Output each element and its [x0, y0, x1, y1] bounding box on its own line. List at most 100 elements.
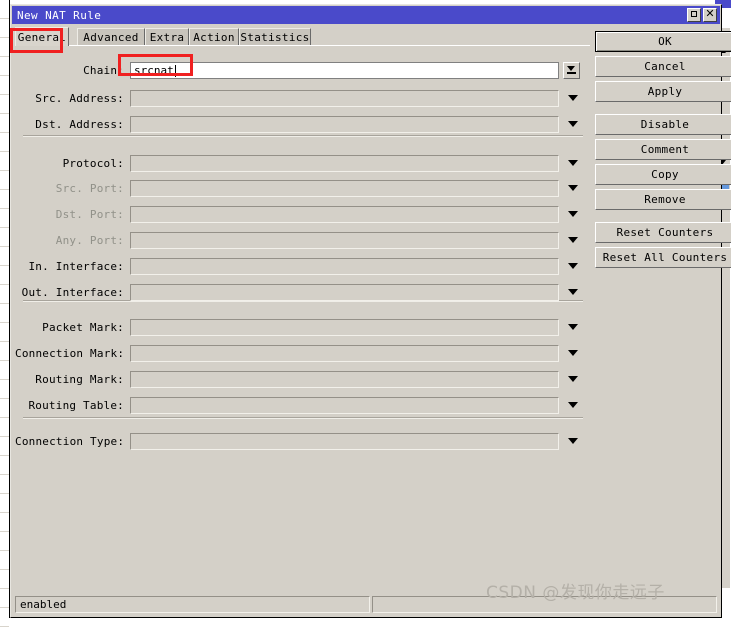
- field-row-dst-address: Dst. Address:: [15, 115, 590, 133]
- chevron-down-icon-routing-mark[interactable]: [568, 376, 578, 382]
- reset-counters-button[interactable]: Reset Counters: [595, 222, 731, 243]
- input-wrapper: [130, 370, 559, 388]
- tab-label: Extra: [149, 30, 185, 44]
- field-row-in-interface: In. Interface:: [15, 257, 590, 275]
- chevron-down-icon-routing-table[interactable]: [568, 402, 578, 408]
- maximize-button[interactable]: [687, 8, 701, 22]
- window-title: New NAT Rule: [17, 8, 102, 22]
- background-window-left-edge: [0, 0, 10, 627]
- disable-button[interactable]: Disable: [595, 114, 731, 135]
- background-list-row: [0, 285, 9, 304]
- field-row-out-interface: Out. Interface:: [15, 283, 590, 301]
- close-button[interactable]: ✕: [703, 8, 717, 22]
- input-wrapper: [130, 154, 559, 172]
- background-list-row: [0, 494, 9, 513]
- button-group-spacer: [595, 106, 719, 114]
- input-wrapper: [130, 432, 559, 450]
- label-any-port: Any. Port:: [55, 233, 124, 247]
- field-row-chain: Chain:: [15, 61, 590, 79]
- input-wrapper: [130, 205, 559, 223]
- chevron-down-icon-connection-mark[interactable]: [568, 350, 578, 356]
- chevron-down-icon-src-address[interactable]: [568, 95, 578, 101]
- background-list-row: [0, 456, 9, 475]
- input-routing-table[interactable]: [130, 396, 559, 414]
- input-routing-mark[interactable]: [130, 370, 559, 388]
- input-wrapper: [130, 318, 559, 336]
- reset-all-counters-button[interactable]: Reset All Counters: [595, 247, 731, 268]
- label-routing-table: Routing Table:: [28, 398, 124, 412]
- label-src-port: Src. Port:: [55, 181, 124, 195]
- background-list-row: [0, 247, 9, 266]
- input-protocol[interactable]: [130, 154, 559, 172]
- chain-dropdown-button[interactable]: [563, 61, 580, 79]
- apply-button[interactable]: Apply: [595, 81, 731, 102]
- background-list-row: [0, 95, 9, 114]
- chevron-down-icon-dst-address[interactable]: [568, 121, 578, 127]
- comment-button[interactable]: Comment: [595, 139, 731, 160]
- chevron-down-icon-src-port[interactable]: [568, 185, 578, 191]
- chevron-down-icon-out-interface[interactable]: [568, 289, 578, 295]
- field-row-connection-type: Connection Type:: [15, 432, 590, 450]
- tab-label: Advanced: [83, 30, 139, 44]
- label-chain: Chain:: [83, 63, 124, 77]
- input-in-interface[interactable]: [130, 257, 559, 275]
- tab-extra[interactable]: Extra: [145, 28, 189, 45]
- field-row-dst-port: Dst. Port:: [15, 205, 590, 223]
- label-packet-mark: Packet Mark:: [42, 320, 124, 334]
- cancel-button[interactable]: Cancel: [595, 56, 731, 77]
- chevron-down-icon-in-interface[interactable]: [568, 263, 578, 269]
- status-text: enabled: [15, 596, 370, 613]
- input-chain[interactable]: [130, 61, 559, 79]
- background-list-row: [0, 342, 9, 361]
- label-connection-mark: Connection Mark:: [15, 346, 125, 360]
- input-any-port: [130, 231, 559, 249]
- background-list-row: [0, 133, 9, 152]
- chevron-down-icon: [567, 65, 575, 71]
- background-list-row: [0, 0, 9, 19]
- label-dst-port: Dst. Port:: [55, 207, 124, 221]
- chevron-down-icon-packet-mark[interactable]: [568, 324, 578, 330]
- remove-button[interactable]: Remove: [595, 189, 731, 210]
- tab-label: Statistics: [240, 30, 310, 44]
- chevron-down-icon-connection-type[interactable]: [568, 438, 578, 444]
- tab-statistics[interactable]: Statistics: [239, 28, 311, 45]
- tab-advanced[interactable]: Advanced: [77, 28, 145, 45]
- tab-action[interactable]: Action: [189, 28, 239, 45]
- input-connection-mark[interactable]: [130, 344, 559, 362]
- label-routing-mark: Routing Mark:: [35, 372, 124, 386]
- input-wrapper: [130, 257, 559, 275]
- label-dst-address: Dst. Address:: [35, 117, 124, 131]
- input-connection-type[interactable]: [130, 432, 559, 450]
- input-src-address[interactable]: [130, 89, 559, 107]
- background-list-row: [0, 532, 9, 551]
- input-wrapper: [130, 179, 559, 197]
- background-list-row: [0, 361, 9, 380]
- field-row-routing-mark: Routing Mark:: [15, 370, 590, 388]
- tab-general[interactable]: General: [15, 27, 69, 46]
- copy-button[interactable]: Copy: [595, 164, 731, 185]
- close-icon: ✕: [705, 7, 715, 20]
- button-group-spacer: [595, 214, 719, 222]
- label-protocol: Protocol:: [62, 156, 124, 170]
- chevron-down-icon-protocol[interactable]: [568, 160, 578, 166]
- tab-strip: General Advanced Extra Action Statistics: [15, 27, 590, 46]
- background-list-row: [0, 551, 9, 570]
- label-src-address: Src. Address:: [35, 91, 124, 105]
- chevron-down-icon-any-port[interactable]: [568, 237, 578, 243]
- input-wrapper: [130, 89, 559, 107]
- background-list-row: [0, 209, 9, 228]
- ok-button[interactable]: OK: [595, 31, 731, 52]
- background-list-row: [0, 437, 9, 456]
- chevron-down-icon-dst-port[interactable]: [568, 211, 578, 217]
- input-dst-address[interactable]: [130, 115, 559, 133]
- input-wrapper: [130, 344, 559, 362]
- input-out-interface[interactable]: [130, 283, 559, 301]
- background-list-row: [0, 380, 9, 399]
- background-list-row: [0, 589, 9, 608]
- input-packet-mark[interactable]: [130, 318, 559, 336]
- background-list-row: [0, 323, 9, 342]
- background-list-row: [0, 190, 9, 209]
- input-wrapper: [130, 61, 559, 79]
- background-list-row: [0, 19, 9, 38]
- input-wrapper: [130, 396, 559, 414]
